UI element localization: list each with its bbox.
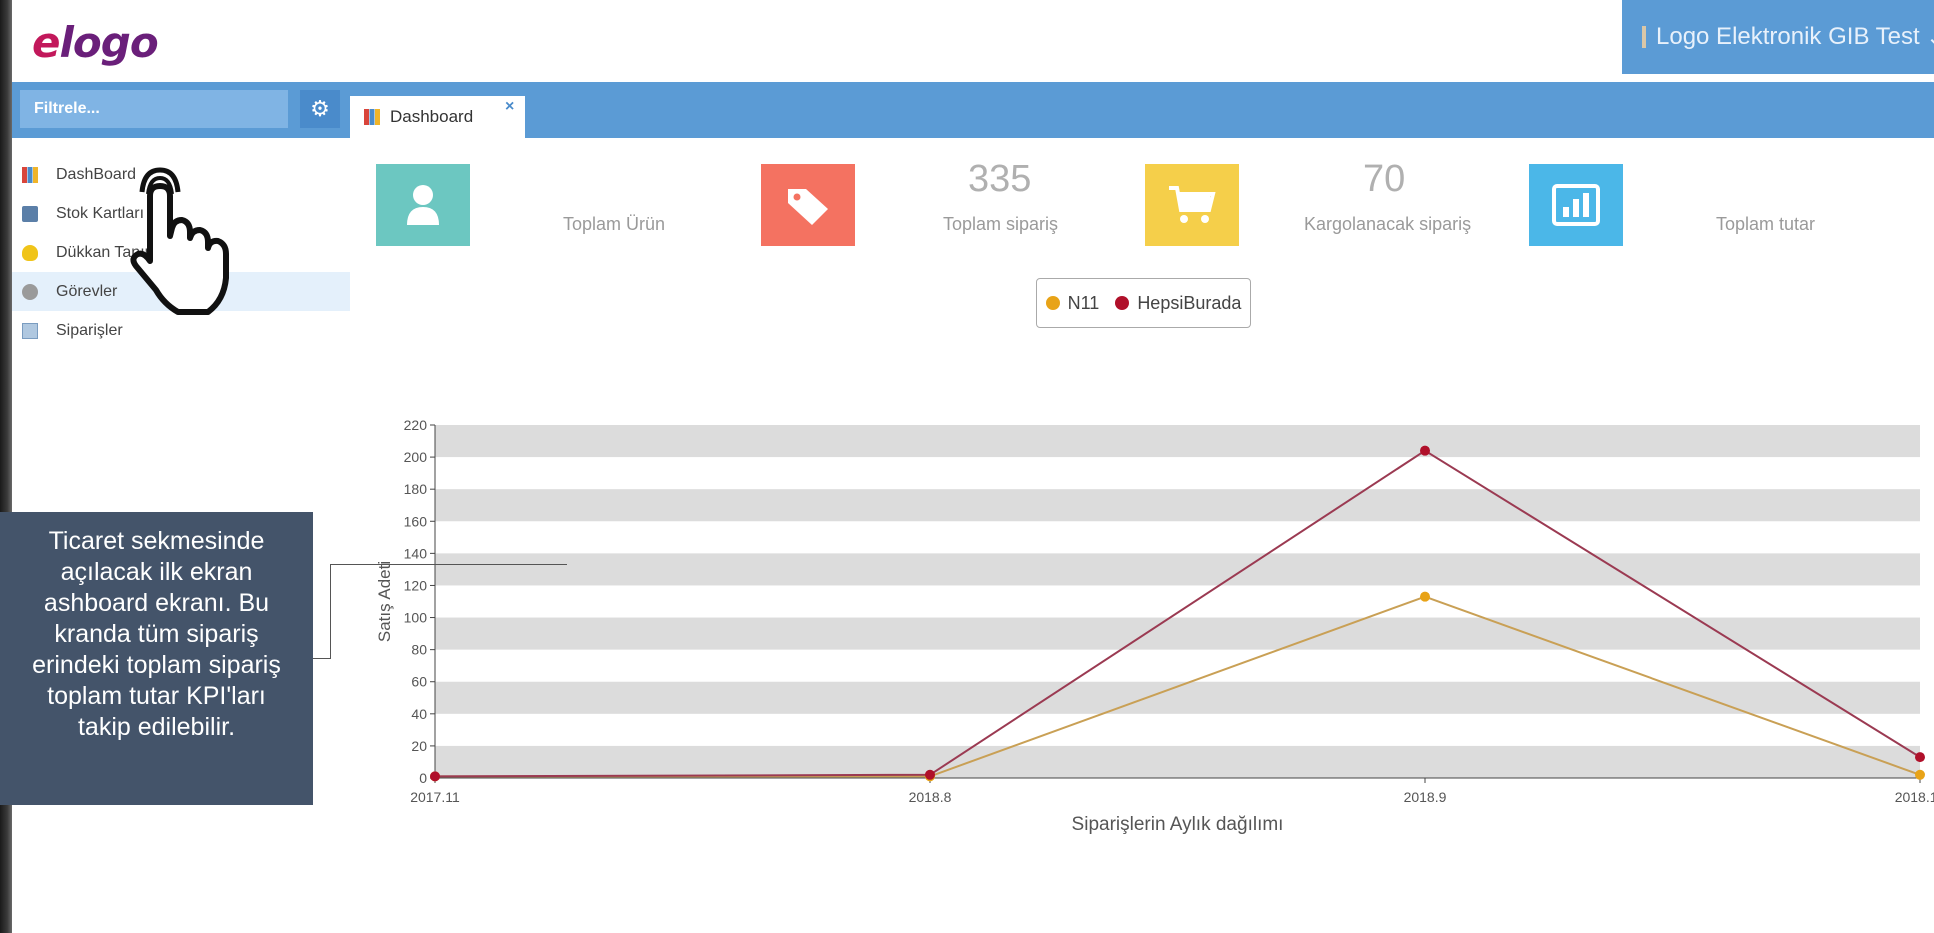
y-tick-label: 160 xyxy=(404,513,428,529)
x-tick-label: 2017.11 xyxy=(410,789,460,805)
x-tick-label: 2018.8 xyxy=(909,789,952,805)
grid-band xyxy=(435,489,1920,522)
gear-icon xyxy=(22,283,38,300)
y-tick-label: 100 xyxy=(404,610,428,626)
grid-band xyxy=(435,745,1920,778)
data-point-n11 xyxy=(1915,769,1925,780)
data-point-hepsiburada xyxy=(430,771,440,782)
filter-input[interactable]: Filtrele... xyxy=(20,90,288,128)
top-bar: elogo Logo Elektronik GIB Test ⌄ xyxy=(12,0,1934,82)
x-axis-label: Siparişlerin Aylık dağılımı xyxy=(1072,814,1284,835)
y-tick-label: 0 xyxy=(419,770,427,786)
close-icon[interactable]: × xyxy=(505,98,514,116)
grid-band xyxy=(435,425,1920,458)
dashboard-content: Toplam Ürün 335 Toplam sipariş 70 Kargol… xyxy=(350,138,1934,933)
legend-marker-n11 xyxy=(1045,296,1060,310)
x-tick-label: 2018.9 xyxy=(1404,789,1447,805)
lightbulb-icon xyxy=(22,244,38,261)
user-menu[interactable]: Logo Elektronik GIB Test ⌄ xyxy=(1622,0,1934,74)
callout-line: takip edilebilir. xyxy=(77,713,236,741)
data-point-hepsiburada xyxy=(1420,445,1430,456)
callout-line: toplam tutar KPI'ları xyxy=(47,682,266,710)
grid-band xyxy=(435,553,1920,586)
bar-chart-icon xyxy=(364,109,380,125)
sidebar-item-siparisler[interactable]: Siparişler xyxy=(12,311,350,350)
chart-legend: N11 HepsiBurada xyxy=(1036,278,1251,328)
bar-chart-icon xyxy=(1529,164,1623,246)
callout-line: açılacak ilk ekran xyxy=(60,558,253,586)
user-icon xyxy=(376,164,470,246)
sidebar-item-label: Görevler xyxy=(56,282,118,300)
kpi-value-toplam-siparis: 335 xyxy=(968,158,1032,200)
callout-line: kranda tüm sipariş xyxy=(54,620,259,648)
callout-connector xyxy=(330,564,331,659)
bar-chart-icon xyxy=(22,166,38,183)
callout-line: erindeki toplam sipariş xyxy=(32,651,281,679)
pointer-hand-icon xyxy=(130,167,229,315)
kpi-label-toplam-tutar: Toplam tutar xyxy=(1716,214,1816,234)
x-tick-label: 2018.10 xyxy=(1895,789,1934,805)
card-icon xyxy=(22,205,38,222)
kpi-label-toplam-siparis: Toplam sipariş xyxy=(943,214,1059,234)
data-point-hepsiburada xyxy=(1915,752,1925,763)
callout-connector xyxy=(330,564,567,565)
callout-connector xyxy=(313,658,331,659)
y-tick-label: 120 xyxy=(404,577,428,593)
tags-icon xyxy=(761,164,855,246)
legend-marker-hepsiburada xyxy=(1115,296,1130,310)
y-tick-label: 80 xyxy=(411,642,427,658)
gear-icon[interactable]: ⚙ xyxy=(300,90,340,128)
tab-label: Dashboard xyxy=(390,107,474,126)
y-tick-label: 20 xyxy=(411,738,427,754)
y-tick-label: 140 xyxy=(404,545,428,561)
annotation-callout: Ticaret sekmesinde açılacak ilk ekran as… xyxy=(0,512,313,805)
y-tick-label: 60 xyxy=(411,674,427,690)
callout-line: ashboard ekranı. Bu xyxy=(43,589,270,617)
tab-dashboard[interactable]: Dashboard × xyxy=(350,96,525,138)
user-label: Logo Elektronik GIB Test xyxy=(1656,23,1920,50)
app-window: elogo Logo Elektronik GIB Test ⌄ Filtrel… xyxy=(0,0,1934,933)
callout-line: Ticaret sekmesinde xyxy=(48,527,265,555)
elogo-logo[interactable]: elogo xyxy=(32,18,159,67)
chevron-down-icon: ⌄ xyxy=(1926,23,1934,52)
user-avatar-icon xyxy=(1642,26,1646,48)
cart-icon xyxy=(1145,164,1239,246)
y-axis-label: Satış Adeti xyxy=(375,561,394,642)
list-icon xyxy=(22,322,38,339)
y-tick-label: 40 xyxy=(411,706,427,722)
data-point-hepsiburada xyxy=(925,769,935,780)
data-point-n11 xyxy=(1420,591,1430,602)
legend-label-hepsiburada[interactable]: HepsiBurada xyxy=(1137,293,1241,314)
y-tick-label: 180 xyxy=(404,481,428,497)
kpi-label-toplam-urun: Toplam Ürün xyxy=(563,214,666,234)
kpi-label-kargolanacak-siparis: Kargolanacak sipariş xyxy=(1304,214,1472,234)
sidebar-item-label: Siparişler xyxy=(56,321,123,339)
line-chart: 0 20 40 60 80 100 120 140 160 180 200 220 2017.11 201… xyxy=(375,417,1934,835)
filter-bar: Filtrele... ⚙ xyxy=(12,82,350,138)
y-tick-label: 200 xyxy=(404,449,428,465)
kpi-value-kargolanacak-siparis: 70 xyxy=(1363,158,1406,200)
y-tick-label: 220 xyxy=(404,417,428,433)
tab-bar: Dashboard × xyxy=(350,82,1934,138)
legend-label-n11[interactable]: N11 xyxy=(1068,293,1100,314)
grid-band xyxy=(435,617,1920,650)
